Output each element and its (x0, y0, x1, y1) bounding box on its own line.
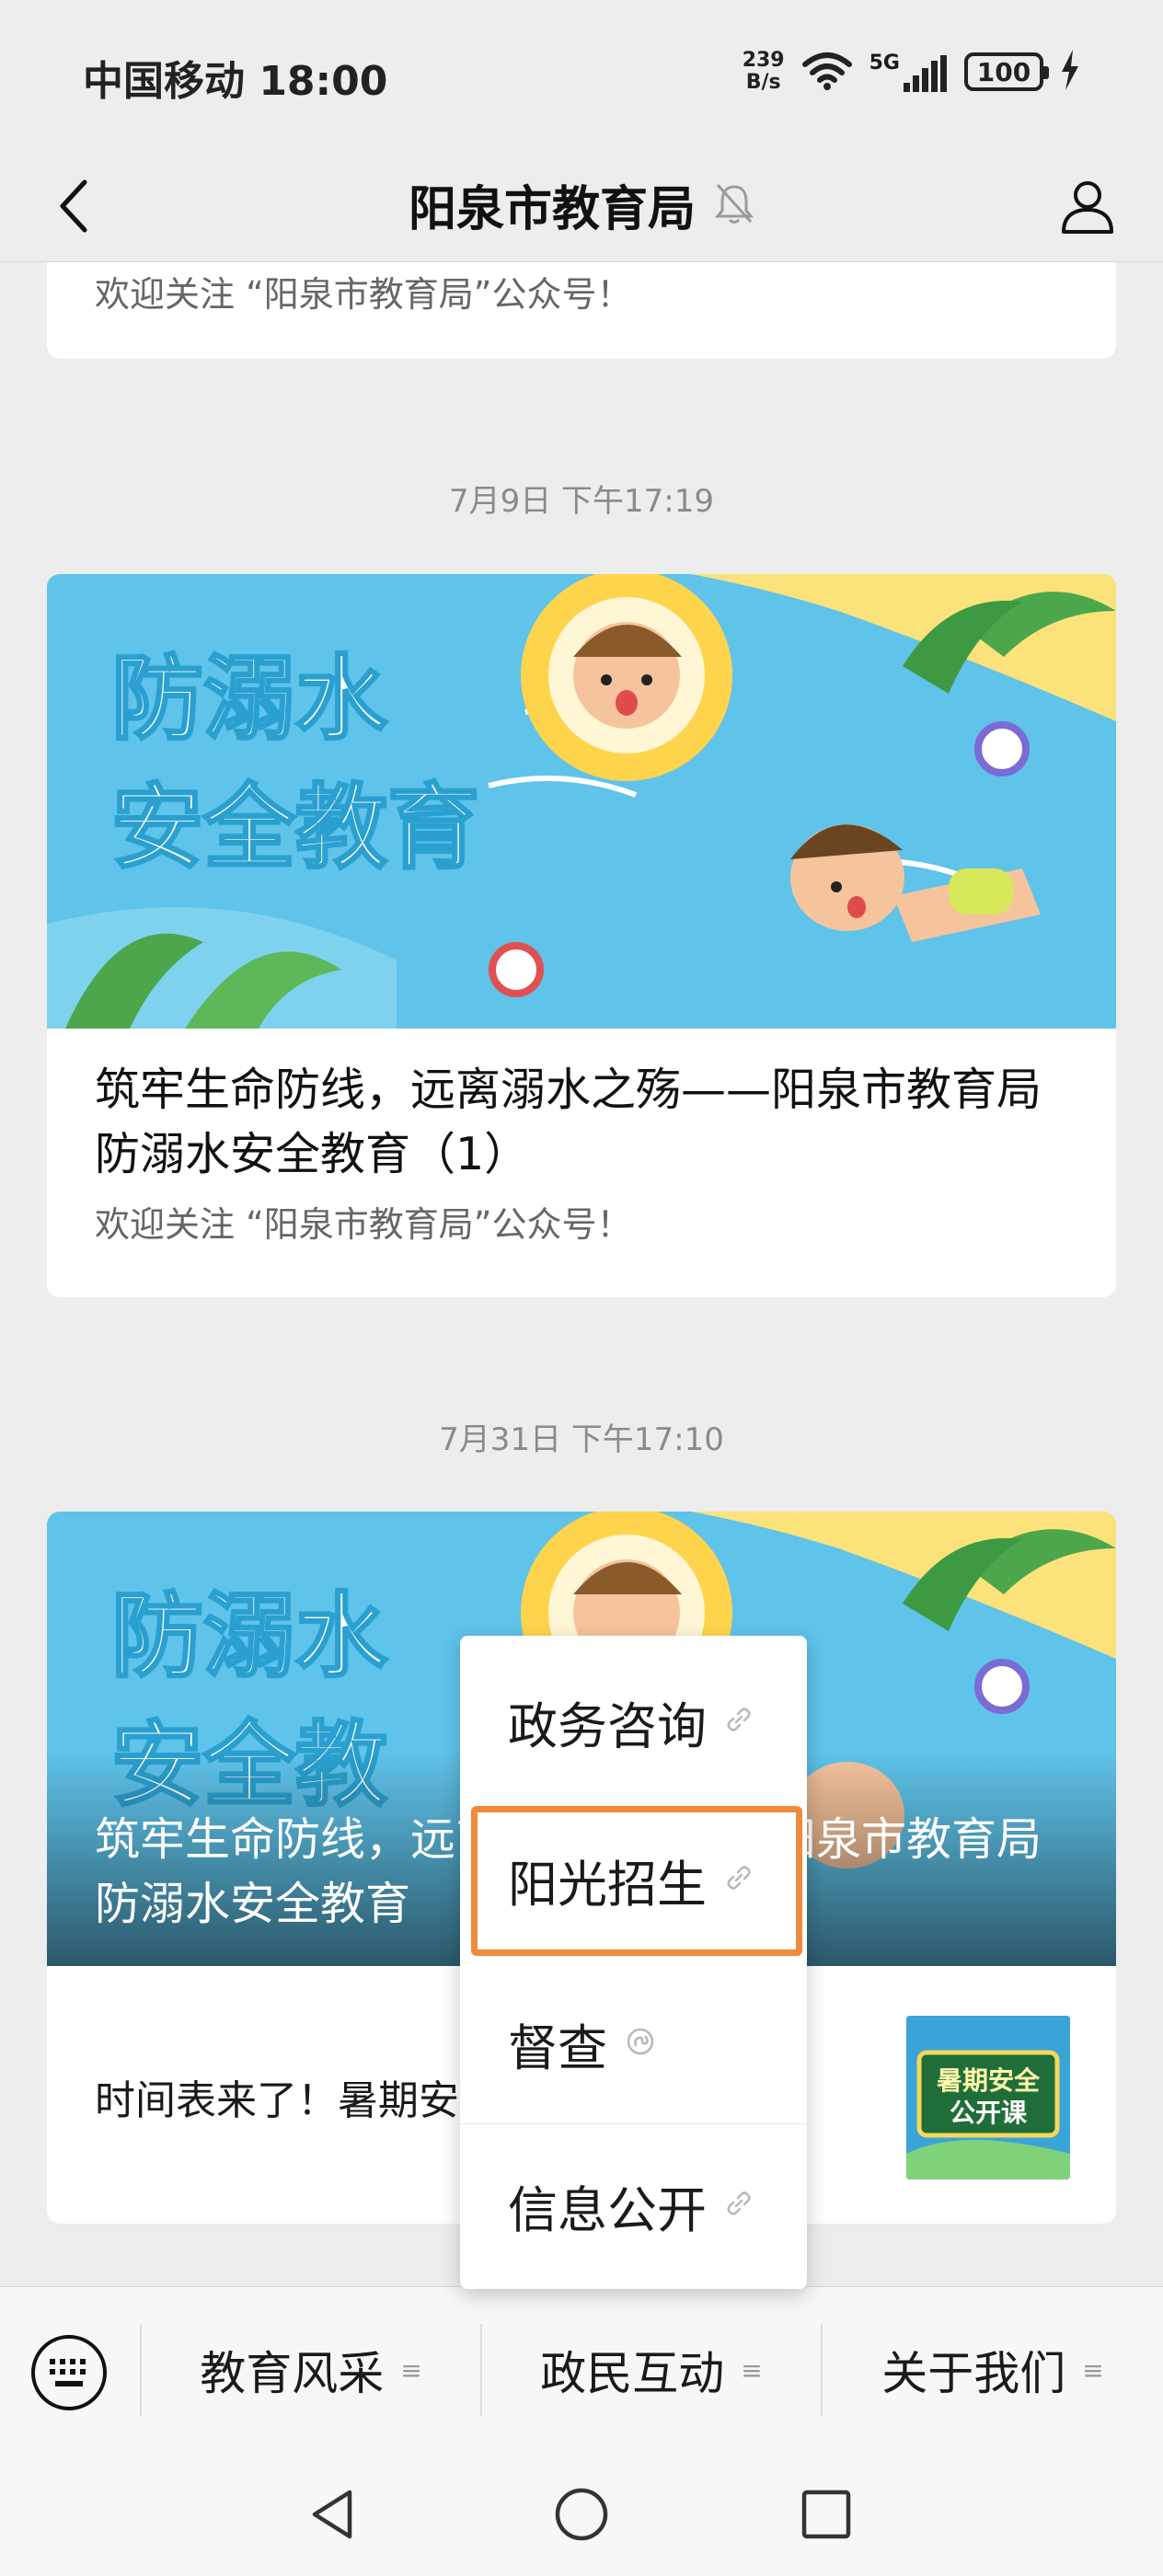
cover-text-line1: 防溺水 (111, 645, 388, 753)
highlight-box (471, 1806, 802, 1956)
article-cover-image: 防溺水 安全教育 (47, 574, 1116, 1029)
keyboard-icon (31, 2335, 107, 2410)
net-speed-value: 239 (742, 49, 785, 72)
cover-text-line2: 安全教育 (111, 774, 479, 881)
circle-home-icon (555, 2488, 608, 2541)
message-timestamp: 7月31日 下午17:10 (439, 1421, 724, 1458)
menu-tab-label: 关于我们 (881, 2347, 1066, 2400)
keyboard-toggle-button[interactable] (28, 2331, 110, 2414)
card-subtitle: 欢迎关注 “阳泉市教育局”公众号！ (95, 274, 632, 315)
signal-icon: 5G (869, 52, 948, 92)
hamburger-icon: ≡ (1082, 2354, 1104, 2386)
thumbnail-text-line2: 公开课 (950, 2098, 1028, 2128)
message-timestamp: 7月9日 下午17:19 (448, 483, 715, 520)
menu-tab-label: 政民互动 (540, 2347, 725, 2400)
charging-icon (1060, 50, 1080, 94)
sub-article-title: 时间表来了！暑期安 (95, 2077, 459, 2124)
menu-tab-jiaoyu[interactable]: 教育风采 ≡ (142, 2287, 480, 2453)
net-speed: 239 B/s (743, 50, 785, 94)
submenu-item-xinxi[interactable]: 信息公开 (460, 2127, 807, 2283)
net-speed-unit: B/s (745, 71, 781, 94)
nav-recents-button[interactable] (789, 2478, 863, 2551)
hamburger-icon: ≡ (400, 2354, 422, 2386)
page-title: 阳泉市教育局 (408, 182, 696, 237)
submenu-popup: 政务咨询 阳光招生 督查 信息公开 (460, 1636, 807, 2289)
carrier-time: 中国移动 18:00 (83, 58, 388, 105)
partial-article-card[interactable]: 欢迎关注 “阳泉市教育局”公众号！ (47, 262, 1116, 359)
submenu-item-label: 政务咨询 (508, 1696, 707, 1755)
submenu-item-ducha[interactable]: 督查 (460, 1965, 807, 2122)
link-icon (725, 2190, 753, 2221)
battery-level: 100 (976, 56, 1031, 87)
article-card[interactable]: 防溺水 安全教育 筑牢生命防线，远离溺水之殇——阳泉市教育局防溺水安全教育（1）… (47, 574, 1116, 1297)
submenu-item-zhengwu[interactable]: 政务咨询 (460, 1643, 807, 1800)
triangle-back-icon (312, 2490, 352, 2539)
cover-text-line1: 防溺水 (111, 1582, 388, 1690)
system-nav-bar (0, 2452, 1163, 2576)
chat-header: 阳泉市教育局 (0, 147, 1163, 262)
wifi-icon (801, 50, 853, 94)
submenu-item-label: 信息公开 (508, 2180, 707, 2239)
nav-back-button[interactable] (296, 2478, 370, 2551)
square-recents-icon (801, 2490, 851, 2539)
mini-program-icon (626, 2027, 655, 2060)
profile-button[interactable] (1049, 167, 1126, 245)
submenu-item-label: 督查 (508, 2018, 607, 2077)
battery-icon: 100 (964, 52, 1049, 91)
article-subtitle: 欢迎关注 “阳泉市教育局”公众号！ (95, 1204, 632, 1245)
header-title-group: 阳泉市教育局 (0, 147, 1163, 262)
sub-article-thumbnail: 暑期安全 公开课 (906, 2016, 1070, 2179)
person-icon (1062, 181, 1113, 234)
menu-tab-zhengmin[interactable]: 政民互动 ≡ (482, 2287, 821, 2453)
nav-home-button[interactable] (545, 2478, 618, 2551)
menu-tab-guanyu[interactable]: 关于我们 ≡ (823, 2287, 1163, 2453)
thumbnail-text-line1: 暑期安全 (937, 2065, 1041, 2096)
article-title: 筑牢生命防线，远离溺水之殇——阳泉市教育局防溺水安全教育（1） (95, 1064, 1042, 1180)
status-icons: 239 B/s 5G 100 (743, 46, 1080, 98)
hamburger-icon: ≡ (741, 2354, 763, 2386)
network-type: 5G (869, 52, 900, 75)
status-bar: 中国移动 18:00 239 B/s 5G 100 (0, 0, 1163, 147)
submenu-divider (460, 2123, 807, 2124)
bell-muted-icon (714, 181, 754, 229)
link-icon (725, 1706, 753, 1737)
menu-tab-label: 教育风采 (200, 2347, 385, 2400)
account-menu-bar: 教育风采 ≡ 政民互动 ≡ 关于我们 ≡ (0, 2286, 1163, 2452)
